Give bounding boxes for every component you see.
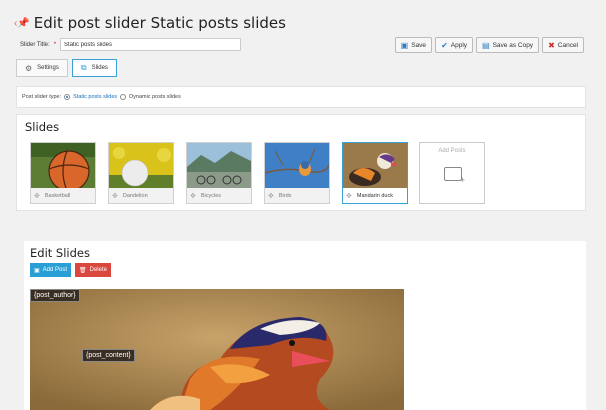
add-posts-tile[interactable]: Add Posts: [419, 142, 485, 204]
image-icon: ▣: [34, 267, 40, 274]
slides-panel: Slides ✥ Basketball ✥ Dandelion ✥ Bicycl…: [16, 114, 586, 211]
tab-settings[interactable]: ⚙ Settings: [16, 59, 68, 77]
birds-image: [265, 143, 329, 188]
dandelion-image: [109, 143, 173, 188]
post-content-layer[interactable]: {post_content}: [82, 349, 135, 362]
slide-caption: ✥ Basketball: [31, 188, 95, 203]
add-image-icon: [444, 167, 465, 185]
slide-caption: ✥ Mandarin duck: [343, 188, 407, 203]
post-author-layer[interactable]: {post_author}: [30, 289, 80, 302]
move-icon[interactable]: ✥: [34, 192, 40, 200]
add-post-button[interactable]: ▣ Add Post: [30, 263, 72, 277]
slide-canvas[interactable]: {post_author} {post_content}: [30, 289, 404, 410]
page-header: ‹📌 Edit post slider Static posts slides: [14, 14, 286, 32]
slide-caption: ✥ Dandelion: [109, 188, 173, 203]
slide-thumb-selected[interactable]: ✥ Mandarin duck: [342, 142, 408, 204]
post-type-label: Post slider type:: [22, 94, 62, 100]
slides-heading: Slides: [25, 120, 60, 134]
mandarin-duck-image: [343, 143, 407, 188]
page-title: Edit post slider Static posts slides: [33, 14, 286, 32]
slide-thumb[interactable]: ✥ Birds: [264, 142, 330, 204]
static-option-label[interactable]: Static posts slides: [73, 94, 117, 100]
move-icon[interactable]: ✥: [346, 192, 352, 200]
toolbar: ▣ Save ✔ Apply ▤ Save as Copy ✖ Cancel: [394, 37, 584, 53]
close-icon: ✖: [548, 40, 555, 50]
post-type-panel: Post slider type: Static posts slides Dy…: [16, 86, 586, 108]
tab-bar: ⚙ Settings ⧉ Slides: [16, 59, 117, 77]
slider-title-label: Slider Title:: [20, 41, 50, 48]
apply-button[interactable]: ✔ Apply: [435, 37, 474, 53]
check-icon: ✔: [441, 40, 448, 50]
static-radio[interactable]: [64, 94, 71, 100]
copy-icon: ▤: [482, 40, 490, 50]
slider-title-input[interactable]: [60, 38, 242, 51]
images-icon: ⧉: [80, 63, 87, 72]
move-icon[interactable]: ✥: [268, 192, 274, 200]
move-icon[interactable]: ✥: [190, 192, 196, 200]
save-button[interactable]: ▣ Save: [394, 37, 433, 53]
slide-thumb[interactable]: ✥ Dandelion: [108, 142, 174, 204]
dynamic-option-label[interactable]: Dynamic posts slides: [129, 94, 181, 100]
slider-title-row: Slider Title: *: [20, 38, 242, 51]
pin-icon: ‹📌: [14, 17, 30, 29]
slide-caption: ✥ Birds: [265, 188, 329, 203]
move-icon[interactable]: ✥: [112, 192, 118, 200]
tab-slides[interactable]: ⧉ Slides: [71, 59, 117, 77]
slide-thumb[interactable]: ✥ Bicycles: [186, 142, 252, 204]
edit-slides-heading: Edit Slides: [30, 246, 90, 260]
add-posts-label: Add Posts: [438, 148, 466, 154]
dynamic-radio[interactable]: [120, 94, 127, 100]
floppy-disk-icon: ▣: [400, 40, 409, 50]
save-as-copy-button[interactable]: ▤ Save as Copy: [476, 37, 540, 53]
trash-icon: 🗑: [79, 267, 87, 274]
cancel-button[interactable]: ✖ Cancel: [542, 37, 584, 53]
required-mark: *: [53, 41, 57, 48]
delete-button[interactable]: 🗑 Delete: [75, 263, 111, 277]
slide-caption: ✥ Bicycles: [187, 188, 251, 203]
gears-icon: ⚙: [25, 63, 33, 73]
edit-slides-panel: Edit Slides ▣ Add Post 🗑 Delete {post_au…: [24, 241, 586, 410]
bicycles-image: [187, 143, 251, 188]
basketball-image: [31, 143, 95, 188]
slide-thumb[interactable]: ✥ Basketball: [30, 142, 96, 204]
